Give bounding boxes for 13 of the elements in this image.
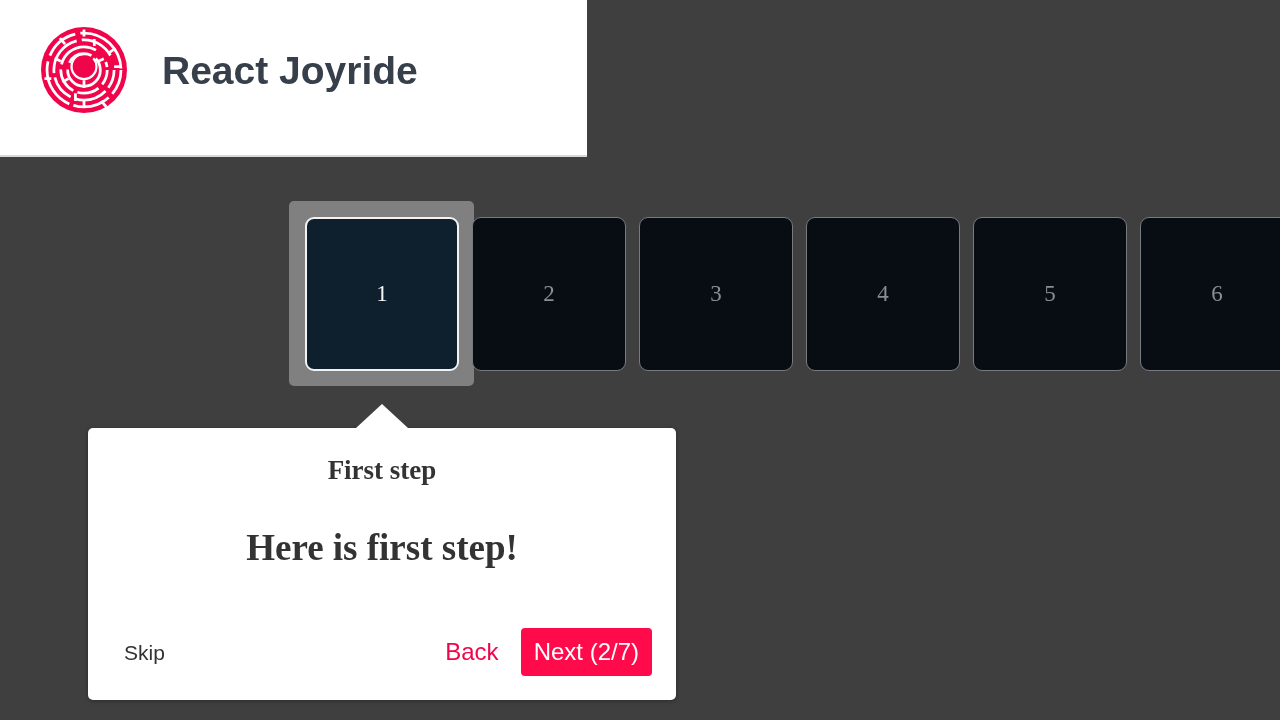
step-tile[interactable]: 4	[806, 217, 960, 371]
tooltip-content: Here is first step!	[246, 526, 518, 570]
step-tile[interactable]: 1	[305, 217, 459, 371]
step-tile[interactable]: 5	[973, 217, 1127, 371]
back-button[interactable]: Back	[433, 630, 511, 674]
app-title: React Joyride	[162, 48, 418, 93]
step-tile[interactable]: 6	[1140, 217, 1280, 371]
tooltip-title: First step	[327, 454, 437, 487]
step-tile[interactable]: 3	[639, 217, 793, 371]
next-button[interactable]: Next (2/7)	[520, 628, 652, 676]
skip-button[interactable]: Skip	[112, 631, 177, 673]
step-tile[interactable]: 2	[472, 217, 626, 371]
maze-logo-icon	[41, 26, 127, 113]
